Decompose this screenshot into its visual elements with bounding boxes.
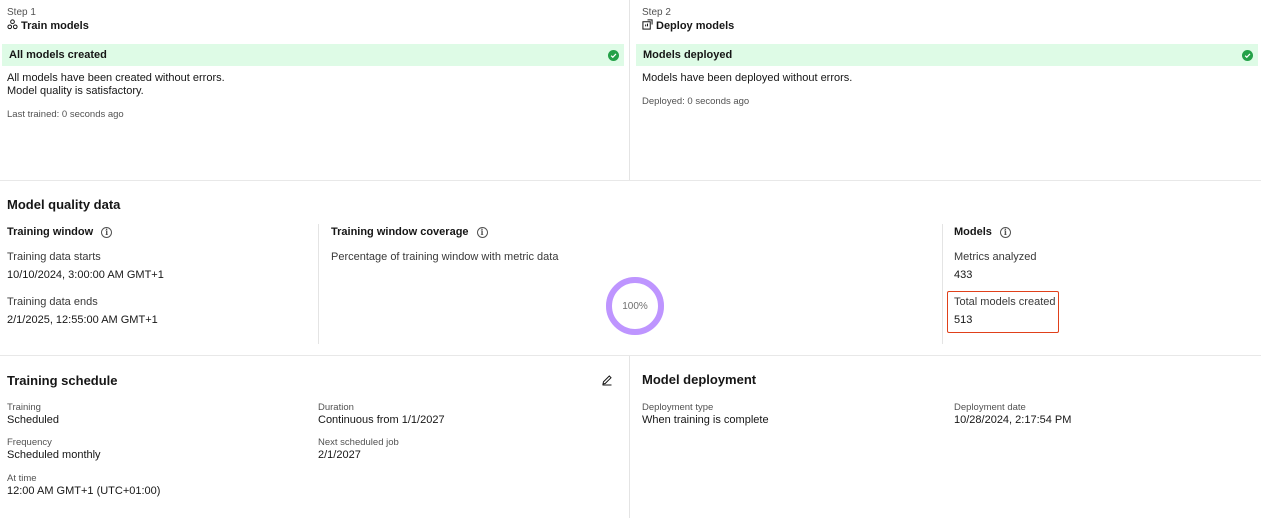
step1-message-line1: All models have been created without err…	[7, 72, 225, 84]
check-circle-icon	[1242, 49, 1253, 61]
step2-deployed-meta: Deployed: 0 seconds ago	[642, 96, 750, 107]
deployment-date-label: Deployment date	[954, 402, 1026, 413]
info-icon[interactable]: i	[999, 226, 1011, 238]
next-scheduled-job-value: 2/1/2027	[318, 449, 361, 461]
coverage-title: Training window coverage	[331, 226, 469, 238]
step1-banner-text: All models created	[9, 49, 107, 61]
step1-status-banner: All models created	[2, 44, 624, 66]
step1-title-text: Train models	[21, 20, 89, 32]
training-label: Training	[7, 402, 41, 413]
step2-label: Step 2	[642, 7, 671, 18]
training-window-title: Training window	[7, 226, 94, 238]
coverage-percent-label: 100%	[622, 300, 648, 312]
metrics-analyzed-label: Metrics analyzed	[954, 251, 1037, 263]
deployment-date-value: 10/28/2024, 2:17:54 PM	[954, 414, 1072, 426]
at-time-label: At time	[7, 473, 37, 484]
model-quality-title: Model quality data	[7, 197, 121, 212]
models-heading: Models i	[954, 226, 1011, 238]
check-circle-icon	[608, 49, 619, 61]
training-value: Scheduled	[7, 414, 59, 426]
metrics-analyzed-value: 433	[954, 269, 973, 281]
total-models-created-label: Total models created	[954, 296, 1056, 308]
section-divider-1	[0, 180, 1261, 181]
step1-title: Train models	[7, 19, 89, 33]
step1-last-trained: Last trained: 0 seconds ago	[7, 109, 124, 120]
training-data-ends-value: 2/1/2025, 12:55:00 AM GMT+1	[7, 314, 158, 326]
quality-divider-2	[942, 224, 943, 344]
training-window-heading: Training window i	[7, 226, 113, 238]
next-scheduled-job-label: Next scheduled job	[318, 437, 399, 448]
at-time-value: 12:00 AM GMT+1 (UTC+01:00)	[7, 485, 161, 497]
step2-banner-text: Models deployed	[643, 49, 733, 61]
step2-message: Models have been deployed without errors…	[642, 72, 853, 84]
coverage-donut-chart: 100%	[605, 276, 665, 336]
total-models-created-value: 513	[954, 314, 973, 326]
step1-label: Step 1	[7, 7, 36, 18]
training-data-starts-value: 10/10/2024, 3:00:00 AM GMT+1	[7, 269, 164, 281]
step1-message-line2: Model quality is satisfactory.	[7, 85, 144, 97]
step2-status-banner: Models deployed	[636, 44, 1258, 66]
train-models-icon	[7, 19, 18, 33]
quality-divider-1	[318, 224, 319, 344]
deployment-type-label: Deployment type	[642, 402, 714, 413]
training-data-starts-label: Training data starts	[7, 251, 101, 263]
section-divider-2	[0, 355, 1261, 356]
training-data-ends-label: Training data ends	[7, 296, 98, 308]
coverage-description: Percentage of training window with metri…	[331, 251, 559, 263]
coverage-heading: Training window coverage i	[331, 226, 488, 238]
model-deployment-title: Model deployment	[642, 372, 757, 387]
frequency-label: Frequency	[7, 437, 52, 448]
info-icon[interactable]: i	[101, 226, 113, 238]
duration-value: Continuous from 1/1/2027	[318, 414, 445, 426]
frequency-value: Scheduled monthly	[7, 449, 101, 461]
top-divider	[629, 0, 630, 180]
models-title: Models	[954, 226, 992, 238]
training-schedule-title: Training schedule	[7, 373, 118, 388]
duration-label: Duration	[318, 402, 354, 413]
bottom-divider	[629, 356, 630, 518]
step2-title: Deploy models	[642, 19, 734, 33]
info-icon[interactable]: i	[476, 226, 488, 238]
deploy-models-icon	[642, 19, 653, 33]
edit-icon[interactable]	[601, 373, 613, 386]
deployment-type-value: When training is complete	[642, 414, 769, 426]
step2-title-text: Deploy models	[656, 20, 735, 32]
